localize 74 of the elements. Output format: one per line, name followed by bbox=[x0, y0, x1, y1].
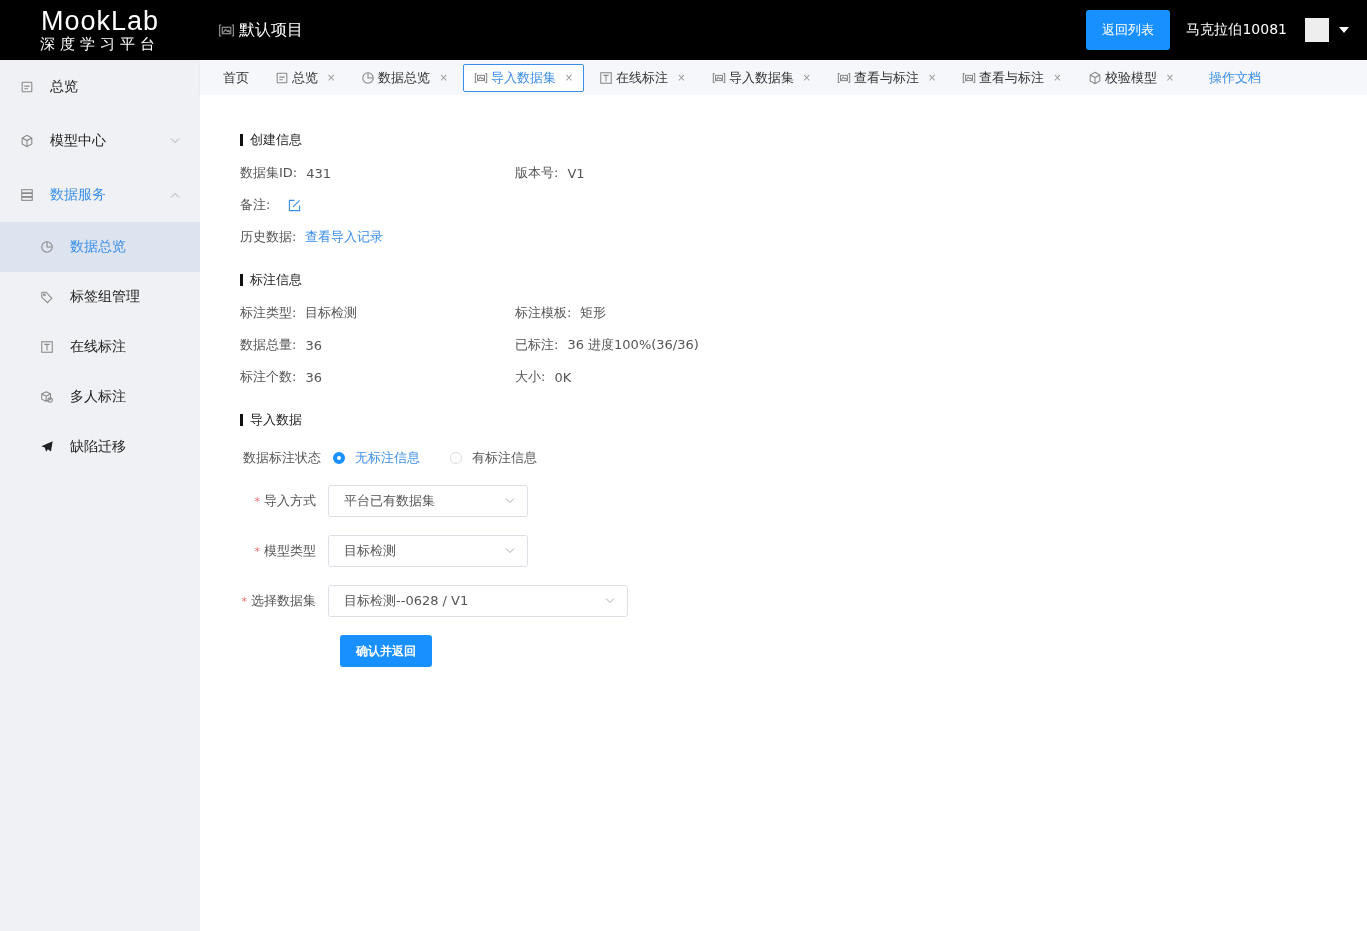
field-value: 36 bbox=[305, 369, 322, 385]
cubes-icon bbox=[40, 390, 54, 404]
dropdown-caret-icon[interactable] bbox=[1339, 26, 1349, 34]
page-tab[interactable]: 校验模型 × bbox=[1076, 63, 1186, 92]
chevron-down-icon bbox=[605, 597, 615, 605]
cube-icon bbox=[1087, 70, 1102, 85]
chevron-down-icon bbox=[505, 547, 515, 555]
field-label: 数据集ID: bbox=[240, 164, 298, 182]
field-label: 标注类型: bbox=[240, 304, 297, 322]
bracket-image-icon bbox=[711, 70, 726, 85]
logo-title: MookLab bbox=[40, 8, 160, 35]
field-label: 数据标注状态 bbox=[243, 449, 321, 467]
field-label: 大小: bbox=[515, 368, 546, 386]
chevron-down-icon bbox=[505, 497, 515, 505]
server-icon bbox=[20, 188, 34, 202]
text-box-icon bbox=[40, 340, 54, 354]
field-value: 矩形 bbox=[580, 304, 607, 322]
sidebar-subitem[interactable]: 标签组管理 bbox=[0, 272, 200, 322]
chevron-up-icon bbox=[170, 191, 180, 199]
page-tab[interactable]: 查看与标注 × bbox=[825, 63, 948, 92]
sidebar-subitem[interactable]: 在线标注 bbox=[0, 322, 200, 372]
page-tab[interactable]: 首页 bbox=[212, 63, 260, 92]
field-value: V1 bbox=[567, 165, 585, 181]
document-icon bbox=[20, 80, 34, 94]
pie-chart-icon bbox=[40, 240, 54, 254]
project-name: 默认项目 bbox=[239, 19, 303, 41]
field-label: 已标注: bbox=[515, 336, 559, 354]
field-label: 版本号: bbox=[515, 164, 559, 182]
field-value: 36 进度100%(36/36) bbox=[567, 336, 699, 354]
field-label: * 模型类型 bbox=[253, 542, 317, 560]
chevron-down-icon bbox=[170, 137, 180, 145]
field-label: 数据总量: bbox=[240, 336, 297, 354]
edit-icon[interactable] bbox=[288, 198, 302, 212]
field-label: * 导入方式 bbox=[253, 492, 317, 510]
sidebar-subitem[interactable]: 缺陷迁移 bbox=[0, 422, 200, 472]
section-title: 导入数据 bbox=[250, 411, 302, 429]
page-tab[interactable]: 查看与标注 × bbox=[951, 63, 1073, 92]
page-tab[interactable]: 总览 × bbox=[264, 63, 347, 92]
bracket-image-icon bbox=[962, 70, 977, 85]
pie-chart-icon bbox=[361, 70, 376, 85]
page-tab[interactable]: 导入数据集 × bbox=[700, 63, 822, 92]
section-title: 创建信息 bbox=[250, 131, 302, 149]
logo-subtitle: 深度学习平台 bbox=[40, 37, 160, 52]
radio-option[interactable]: 无标注信息 bbox=[333, 449, 420, 467]
paper-plane-icon bbox=[40, 440, 54, 454]
page-tab[interactable]: 数据总览 × bbox=[350, 63, 459, 92]
field-value: 目标检测 bbox=[305, 304, 358, 322]
radio-icon[interactable] bbox=[333, 452, 345, 464]
radio-option[interactable]: 有标注信息 bbox=[450, 449, 537, 467]
import-history-link[interactable]: 查看导入记录 bbox=[305, 228, 384, 246]
select-field[interactable]: 平台已有数据集 bbox=[328, 485, 528, 517]
select-field[interactable]: 目标检测 bbox=[328, 535, 528, 567]
bracket-image-icon bbox=[473, 70, 488, 85]
select-field[interactable]: 目标检测--0628 / V1 bbox=[328, 585, 628, 617]
page-tab[interactable]: 导入数据集 × bbox=[462, 63, 585, 92]
section-title: 标注信息 bbox=[250, 271, 302, 289]
sidebar-subitem[interactable]: 多人标注 bbox=[0, 372, 200, 422]
sidebar-item[interactable]: 模型中心 bbox=[0, 114, 200, 168]
field-label: 历史数据: bbox=[240, 228, 297, 246]
text-box-icon bbox=[599, 70, 614, 85]
page-tab[interactable]: 在线标注 × bbox=[588, 63, 697, 92]
field-value: 36 bbox=[305, 337, 322, 353]
field-label: 标注模板: bbox=[515, 304, 572, 322]
cube-icon bbox=[20, 134, 34, 148]
bracket-image-icon bbox=[836, 70, 851, 85]
field-label: 备注: bbox=[240, 196, 271, 214]
user-name: 马克拉伯10081 bbox=[1186, 21, 1287, 39]
field-value: 0K bbox=[554, 369, 572, 385]
tag-icon bbox=[40, 290, 54, 304]
field-value: 431 bbox=[306, 165, 332, 181]
sidebar-item[interactable]: 总览 bbox=[0, 60, 200, 114]
field-label: 标注个数: bbox=[240, 368, 297, 386]
field-label: * 选择数据集 bbox=[240, 592, 317, 610]
document-icon bbox=[275, 70, 289, 85]
